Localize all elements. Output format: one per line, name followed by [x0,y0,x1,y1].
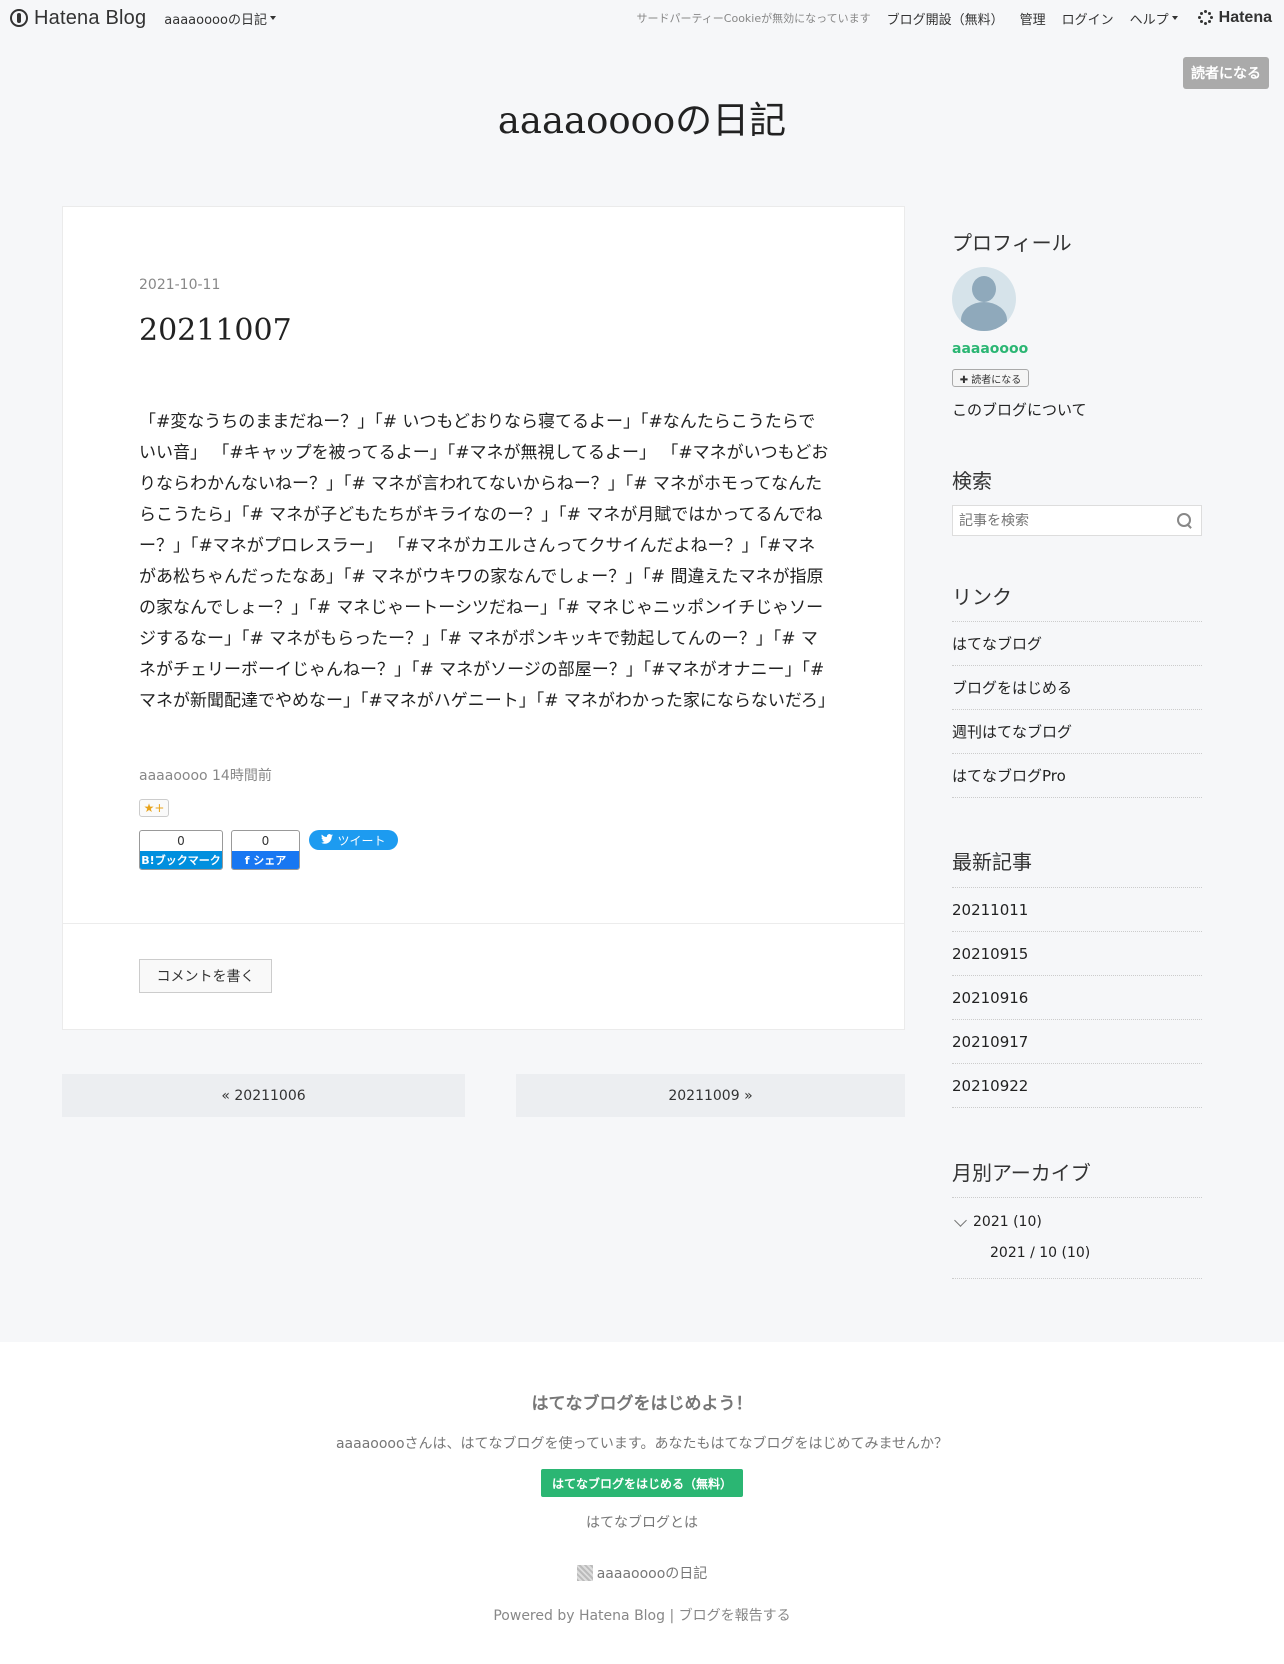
blog-favicon-icon [576,1565,593,1581]
search-title: 検索 [952,469,992,493]
archive-title: 月別アーカイブ [952,1161,1091,1185]
search-input[interactable] [953,512,1177,529]
start-blog-button[interactable]: はてなブログをはじめる（無料） [541,1469,743,1497]
search-box [952,505,1202,536]
avatar-head [972,276,996,302]
powered-by-text[interactable]: Powered by Hatena Blog | ブログを報告する [0,1605,1284,1625]
facebook-share-button[interactable]: 0 f シェア [231,830,300,870]
bookmark-count: 0 [177,834,185,848]
facebook-share-count: 0 [261,834,270,848]
next-entry-link[interactable]: 20211009 » [516,1074,905,1117]
tweet-button[interactable]: ツイート [309,830,398,850]
write-comment-button[interactable]: コメントを書く [139,959,272,993]
entry-card: 2021-10-11 20211007 「#変なうちのままだねー？」「# いつも… [62,206,905,1030]
recent-entry-link[interactable]: 20210917 [952,1019,1202,1063]
subscribe-button[interactable]: 読者になる [1183,57,1269,89]
archive-year-label: 2021 (10) [973,1214,1042,1230]
about-hatena-blog-link[interactable]: はてなブログとは [0,1512,1284,1532]
archive-list: 2021 (10) 2021 / 10 (10) [952,1197,1202,1279]
profile-name-link[interactable]: aaaaoooo [952,341,1028,357]
about-blog-link[interactable]: このブログについて [952,399,1087,420]
help-label: ヘルプ [1129,12,1169,28]
archive-year-toggle[interactable]: 2021 (10) [952,1213,1042,1230]
tweet-label: ツイート [337,833,386,848]
links-list: はてなブログ ブログをはじめる 週刊はてなブログ はてなブログPro [952,621,1202,798]
profile-title: プロフィール [952,231,1072,255]
help-dropdown[interactable]: ヘルプ [1130,9,1178,28]
hatena-bookmark-button[interactable]: 0 B!ブックマーク [139,830,223,870]
blog-menu-dropdown[interactable]: aaaaooooの日記 [164,9,276,28]
avatar-body [961,302,1007,331]
cookie-notice: サードパーティーCookieが無効になっています [636,12,871,25]
hatena-blog-icon [10,9,28,27]
recent-entry-link[interactable]: 20210922 [952,1063,1202,1108]
hatena-logo-text: Hatena [1218,9,1272,26]
link-weekly-hatena-blog[interactable]: 週刊はてなブログ [952,709,1202,753]
footer: はてなブログをはじめよう！ aaaaooooさんは、はてなブログを使っています。… [0,1342,1284,1664]
subscribe-small-button[interactable]: ✚ 読者になる [952,369,1029,387]
hatena-blog-logo[interactable]: Hatena Blog [10,7,146,30]
hatena-logo[interactable]: Hatena [1197,9,1272,27]
search-icon[interactable] [1177,512,1193,529]
entry-body: 「#変なうちのままだねー？」「# いつもどおりなら寝てるよー」「#なんたらこうた… [139,412,835,711]
entry-title[interactable]: 20211007 [139,313,292,348]
link-hatena-blog[interactable]: はてなブログ [952,621,1202,665]
twitter-bird-icon [321,833,334,847]
recent-entry-link[interactable]: 20210915 [952,931,1202,975]
prev-entry-link[interactable]: « 20211006 [62,1074,465,1117]
footer-blog-link[interactable]: aaaaooooの日記 [0,1563,1284,1583]
hatena-dots-icon [1197,10,1214,26]
caret-down-icon [1171,16,1178,20]
login-link[interactable]: ログイン [1062,9,1114,28]
caret-down-icon [269,16,276,20]
footer-title: はてなブログをはじめよう！ [531,1394,753,1414]
link-hatena-blog-pro[interactable]: はてなブログPro [952,753,1202,798]
link-start-blog[interactable]: ブログをはじめる [952,665,1202,709]
recent-list: 20211011 20210915 20210916 20210917 2021… [952,887,1202,1108]
footer-blog-name: aaaaooooの日記 [596,1566,708,1582]
open-blog-link[interactable]: ブログ開設（無料） [887,9,1004,28]
chevron-down-icon [954,1213,967,1227]
global-header: Hatena Blog aaaaooooの日記 サードパーティーCookieが無… [0,0,1284,36]
archive-month-link[interactable]: 2021 / 10 (10) [990,1245,1090,1261]
entry-date[interactable]: 2021-10-11 [139,277,220,293]
recent-entry-link[interactable]: 20210916 [952,975,1202,1019]
add-star-button[interactable]: ★+ [139,799,169,817]
entry-author-time[interactable]: aaaaoooo 14時間前 [139,765,272,785]
recent-entry-link[interactable]: 20211011 [952,887,1202,931]
avatar[interactable] [952,267,1016,331]
links-title: リンク [952,585,1012,609]
recent-title: 最新記事 [952,850,1032,874]
facebook-share-label: f シェア [232,851,299,869]
header-nav: サードパーティーCookieが無効になっています ブログ開設（無料） 管理 ログ… [636,9,1272,28]
bookmark-label: B!ブックマーク [140,851,222,869]
blog-menu-label: aaaaooooの日記 [164,12,267,28]
manage-link[interactable]: 管理 [1020,9,1046,28]
entry-divider [63,923,904,924]
blog-title[interactable]: aaaaooooの日記 [0,90,1284,144]
footer-description: aaaaooooさんは、はてなブログを使っています。あなたもはてなブログをはじめ… [335,1436,949,1452]
brand-text: Hatena Blog [34,6,147,29]
